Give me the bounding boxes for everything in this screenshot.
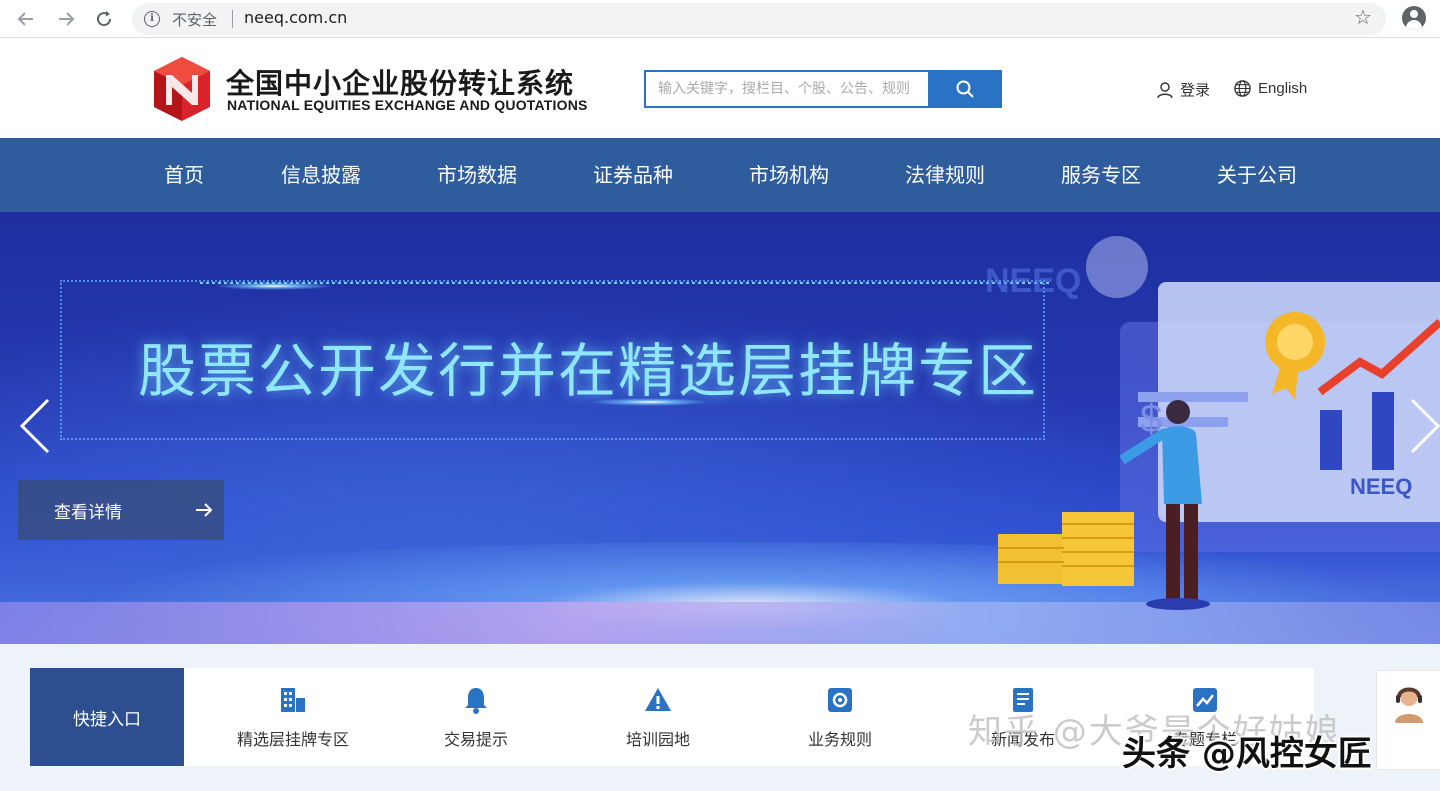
toutiao-watermark: 头条 @风控女匠: [1122, 734, 1372, 774]
language-switch[interactable]: English: [1233, 79, 1307, 98]
view-details-button[interactable]: 查看详情: [18, 480, 224, 540]
site-header: 全国中小企业股份转让系统 NATIONAL EQUITIES EXCHANGE …: [0, 39, 1440, 138]
address-separator: [232, 10, 233, 28]
hero-banner[interactable]: 股票公开发行并在精选层挂牌专区 NEEQ $ NEEQ 查看详情: [0, 212, 1440, 644]
nav-item-about[interactable]: 关于公司: [1217, 138, 1297, 212]
quick-entry-title: 快捷入口: [30, 668, 184, 766]
reload-button[interactable]: [90, 5, 118, 33]
nav-item-disclosure[interactable]: 信息披露: [281, 138, 361, 212]
login-label: 登录: [1180, 81, 1211, 99]
address-bar[interactable]: i 不安全 neeq.com.cn: [132, 3, 1386, 35]
nav-item-home[interactable]: 首页: [164, 138, 204, 212]
quick-item-label: 培训园地: [625, 730, 690, 749]
profile-avatar-icon[interactable]: [1402, 6, 1426, 30]
nav-item-market-data[interactable]: 市场数据: [437, 138, 517, 212]
building-icon: [281, 688, 305, 712]
forward-arrow-icon: [59, 12, 75, 26]
nav-item-services[interactable]: 服务专区: [1061, 138, 1141, 212]
search-icon: [956, 80, 974, 98]
nav-item-securities[interactable]: 证券品种: [593, 138, 673, 212]
language-label: English: [1258, 80, 1308, 97]
banner-title: 股票公开发行并在精选层挂牌专区: [138, 337, 1039, 405]
quick-item-label: 交易提示: [443, 730, 508, 749]
url-text[interactable]: neeq.com.cn: [244, 8, 347, 27]
search-box: [644, 70, 930, 108]
forward-button[interactable]: [52, 5, 80, 33]
bookmark-star-icon[interactable]: ☆: [1354, 5, 1372, 29]
quick-item-label: 精选层挂牌专区: [236, 730, 349, 749]
quick-item-business-rules[interactable]: 业务规则: [760, 668, 920, 766]
svg-text:NEEQ: NEEQ: [1350, 474, 1412, 499]
search-input[interactable]: [646, 72, 930, 106]
login-link[interactable]: 登录: [1156, 79, 1210, 100]
light-flare: [214, 282, 334, 290]
quick-item-label: 业务规则: [807, 730, 872, 749]
search-button[interactable]: [928, 70, 1002, 108]
back-arrow-icon: [17, 12, 33, 26]
next-slide-arrow-icon[interactable]: [1408, 398, 1440, 454]
browser-toolbar: i 不安全 neeq.com.cn ☆: [0, 0, 1440, 38]
customer-service-agent-icon: [1395, 687, 1423, 723]
gear-doc-icon: [828, 688, 852, 712]
nav-item-institutions[interactable]: 市场机构: [749, 138, 829, 212]
quick-item-trade-tips[interactable]: 交易提示: [396, 668, 556, 766]
warning-icon: [645, 688, 671, 711]
nav-item-rules[interactable]: 法律规则: [905, 138, 985, 212]
reload-icon: [97, 11, 112, 27]
customer-service-float[interactable]: [1376, 670, 1440, 770]
prev-slide-arrow-icon[interactable]: [18, 398, 52, 454]
info-icon[interactable]: i: [144, 11, 160, 27]
quick-item-select-tier[interactable]: 精选层挂牌专区: [213, 668, 373, 766]
globe-icon: [1234, 80, 1251, 97]
back-button[interactable]: [12, 5, 40, 33]
arrow-right-icon: [196, 503, 213, 517]
logo-chinese-name[interactable]: 全国中小企业股份转让系统: [226, 62, 574, 102]
neeq-logo-icon[interactable]: [152, 57, 212, 121]
user-icon: [1157, 81, 1173, 98]
quick-item-training[interactable]: 培训园地: [578, 668, 738, 766]
bell-icon: [465, 688, 487, 714]
security-label: 不安全: [172, 11, 218, 29]
view-details-label: 查看详情: [54, 502, 122, 523]
main-nav: 首页 信息披露 市场数据 证券品种 市场机构 法律规则 服务专区 关于公司: [0, 138, 1440, 212]
finance-illustration-icon: $ NEEQ: [998, 282, 1440, 610]
logo-english-name[interactable]: NATIONAL EQUITIES EXCHANGE AND QUOTATION…: [227, 97, 588, 113]
